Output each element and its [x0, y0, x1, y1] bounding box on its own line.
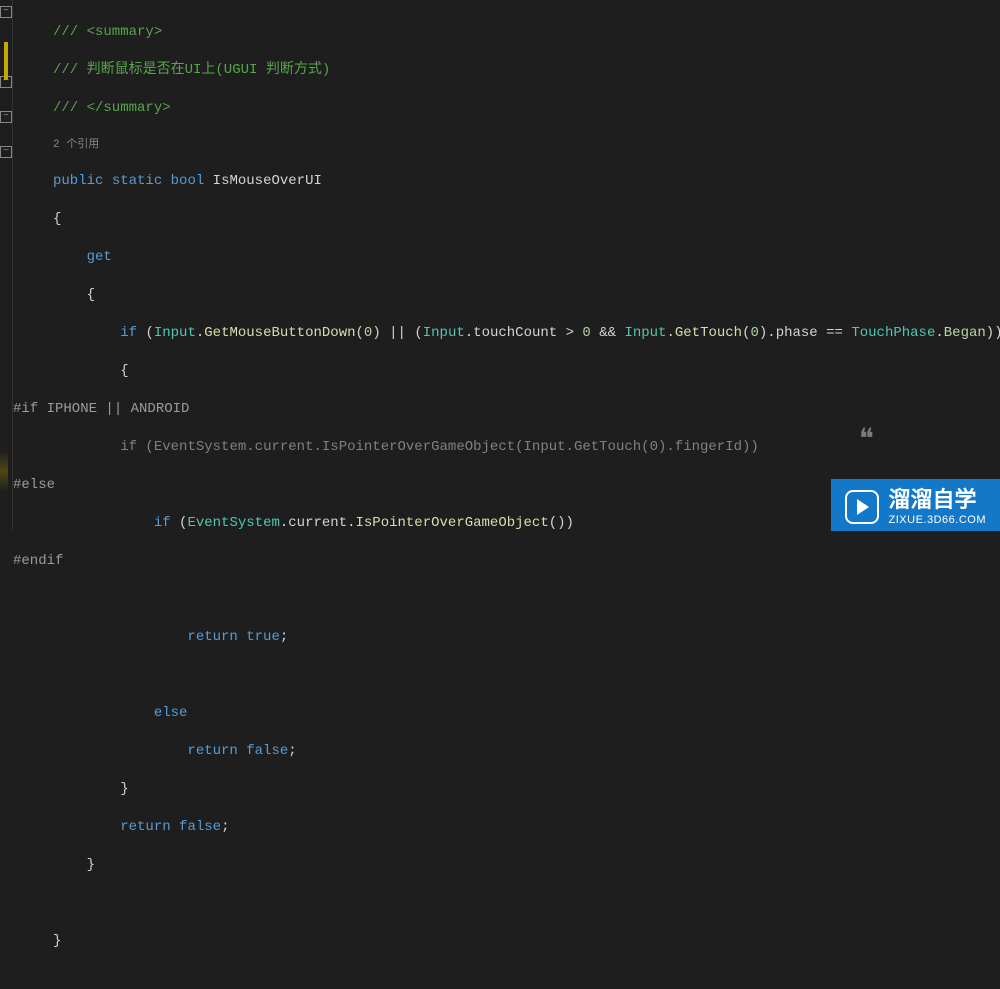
keyword: public: [53, 173, 103, 189]
codelens-references[interactable]: 2 个引用: [53, 137, 1000, 153]
code-editor: − − − − /// <summary> /// 判断鼠标是否在UI上(UGU…: [0, 0, 1000, 531]
class-ref: EventSystem: [187, 515, 279, 531]
enum-value: Began: [944, 325, 986, 341]
watermark-title: 溜溜自学: [889, 487, 986, 513]
preprocessor-directive: #if IPHONE || ANDROID: [13, 401, 189, 417]
property-ref: touchCount: [473, 325, 557, 341]
preprocessor-directive: #endif: [13, 553, 63, 569]
keyword: return: [187, 629, 237, 645]
property-name: IsMouseOverUI: [213, 173, 322, 189]
method-call: GetMouseButtonDown: [204, 325, 355, 341]
brace: }: [87, 857, 95, 873]
keyword: if: [120, 325, 137, 341]
watermark-url: ZIXUE.3D66.COM: [889, 514, 986, 527]
decorative-quotes-icon: ❝: [859, 422, 870, 456]
preprocessor-directive: #else: [13, 477, 55, 493]
class-ref: Input: [154, 325, 196, 341]
keyword: get: [87, 249, 112, 265]
fold-toggle-icon[interactable]: −: [0, 6, 12, 18]
watermark-text: 溜溜自学 ZIXUE.3D66.COM: [889, 487, 986, 527]
xml-doc-comment: /// <summary>: [53, 24, 162, 40]
keyword-literal: true: [246, 629, 280, 645]
overview-marker: [0, 451, 8, 491]
brace: }: [120, 781, 128, 797]
method-call: IsPointerOverGameObject: [356, 515, 549, 531]
brace: {: [87, 287, 95, 303]
brace: {: [53, 211, 61, 227]
watermark-badge: 溜溜自学 ZIXUE.3D66.COM: [831, 479, 1000, 531]
brace: }: [53, 933, 61, 949]
inactive-code: if (EventSystem.current.IsPointerOverGam…: [120, 439, 759, 455]
xml-doc-comment: /// </summary>: [53, 100, 171, 116]
fold-toggle-icon[interactable]: −: [0, 146, 12, 158]
code-content[interactable]: /// <summary> /// 判断鼠标是否在UI上(UGUI 判断方式) …: [13, 0, 1000, 531]
keyword: else: [154, 705, 188, 721]
enum-type: TouchPhase: [851, 325, 935, 341]
brace: {: [120, 363, 128, 379]
xml-doc-comment: /// 判断鼠标是否在UI上(UGUI 判断方式): [53, 62, 330, 78]
keyword-type: bool: [171, 173, 205, 189]
keyword: static: [112, 173, 162, 189]
change-marker: [4, 42, 8, 80]
keyword-literal: false: [246, 743, 288, 759]
play-icon: [845, 490, 879, 524]
fold-toggle-icon[interactable]: −: [0, 111, 12, 123]
